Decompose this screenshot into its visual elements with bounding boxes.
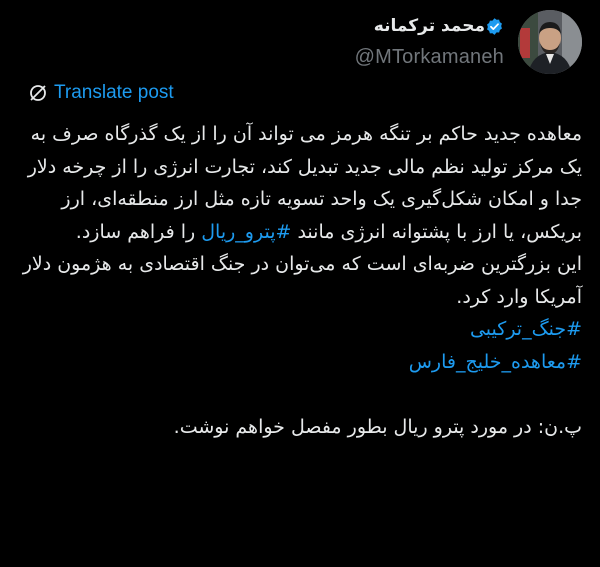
hashtag-petro-rial[interactable]: #پترو_ریال <box>201 221 291 243</box>
post-header: محمد ترکمانه @MTorkamaneh <box>0 0 600 80</box>
avatar[interactable] <box>518 10 582 74</box>
translate-post-label: Translate post <box>54 82 174 103</box>
post-paragraph-1-end: را فراهم سازد. <box>75 220 202 243</box>
author-handle[interactable]: @MTorkamaneh <box>355 46 504 69</box>
translate-icon <box>28 83 48 103</box>
translate-post-button[interactable]: Translate post <box>28 82 174 104</box>
hashtag-persian-gulf-treaty[interactable]: #معاهده_خلیج_فارس <box>409 351 582 373</box>
display-name-row: محمد ترکمانه <box>368 12 504 40</box>
post-paragraph-2: این بزرگترین ضربه‌ای است که می‌توان در ج… <box>22 253 582 308</box>
hashtag-line-1: #جنگ_ترکیبی <box>12 313 582 346</box>
post-text: معاهده جدید حاکم بر تنگه هرمز می تواند آ… <box>12 118 582 443</box>
hashtag-hybrid-war[interactable]: #جنگ_ترکیبی <box>470 318 582 340</box>
post-postscript: پ.ن: در مورد پترو ریال بطور مفصل خواهم ن… <box>173 415 582 438</box>
post-paragraph-1: معاهده جدید حاکم بر تنگه هرمز می تواند آ… <box>12 118 582 248</box>
author-names: محمد ترکمانه @MTorkamaneh <box>355 10 504 69</box>
hashtag-line-2: #معاهده_خلیج_فارس <box>12 346 582 379</box>
author-block: محمد ترکمانه @MTorkamaneh <box>355 10 582 74</box>
author-display-name[interactable]: محمد ترکمانه <box>374 16 485 36</box>
verified-badge-icon <box>485 17 504 36</box>
